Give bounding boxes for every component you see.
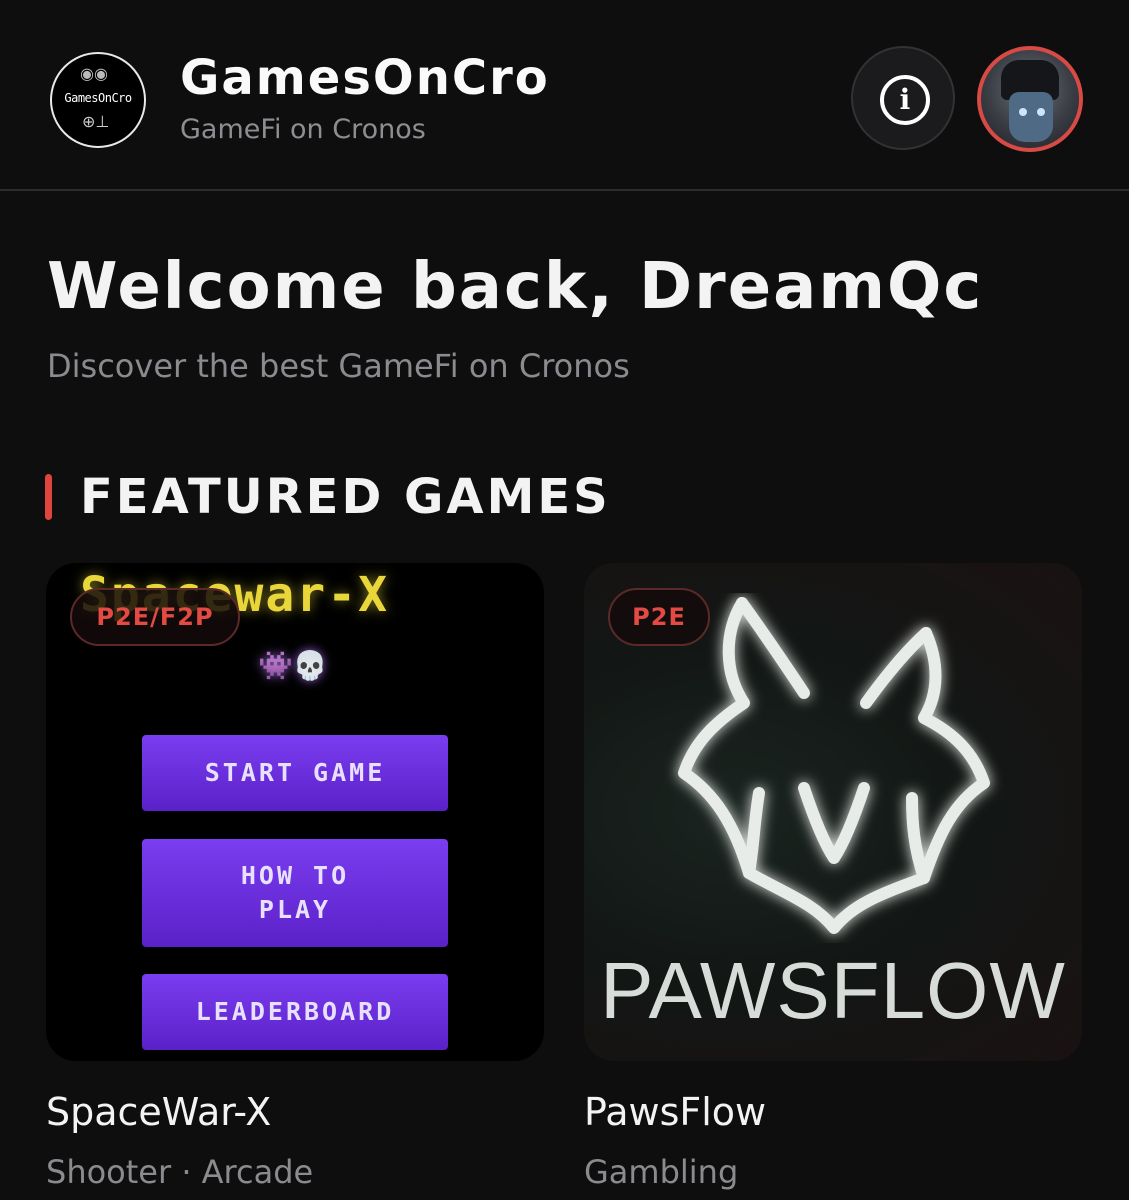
app-logo[interactable]: ◉◉ GamesOnCro ⊕⊥ <box>50 52 146 148</box>
info-icon: i <box>880 75 930 125</box>
game-badge: P2E <box>608 588 710 646</box>
gamepad-icon: ⊕⊥ <box>82 112 110 131</box>
game-name[interactable]: PawsFlow <box>584 1088 766 1136</box>
info-button[interactable]: i <box>851 46 955 150</box>
robot-glyph-icon: ◉◉ <box>80 64 108 83</box>
game-card-pawsflow-image[interactable]: PAWSFLOW P2E <box>584 563 1082 1061</box>
game-name[interactable]: SpaceWar-X <box>46 1088 271 1136</box>
app-header: ◉◉ GamesOnCro ⊕⊥ GamesOnCro GameFi on Cr… <box>0 0 1129 191</box>
start-game-art-button: START GAME <box>142 735 448 811</box>
game-genre: Shooter · Arcade <box>46 1153 314 1191</box>
app-title: GamesOnCro <box>180 50 550 106</box>
how-to-play-art-button: HOW TO PLAY <box>142 839 448 947</box>
game-badge: P2E/F2P <box>70 588 240 646</box>
logo-text: GamesOnCro <box>64 91 132 105</box>
section-title: FEATURED GAMES <box>80 469 611 525</box>
game-card-spacewar-image[interactable]: Spacewar-X 👾💀 START GAME HOW TO PLAY LEA… <box>46 563 544 1061</box>
leaderboard-art-button: LEADERBOARD <box>142 974 448 1050</box>
avatar-eye-left <box>1019 108 1027 116</box>
welcome-tagline: Discover the best GameFi on Cronos <box>47 347 630 385</box>
avatar-eye-right <box>1037 108 1045 116</box>
welcome-heading: Welcome back, DreamQc <box>47 250 984 324</box>
alien-skull-icon: 👾💀 <box>258 649 328 682</box>
game-genre: Gambling <box>584 1153 739 1191</box>
section-accent-bar <box>45 474 52 520</box>
avatar-face <box>1009 92 1053 142</box>
how-to-play-label: HOW TO PLAY <box>240 861 350 924</box>
wolf-head-icon <box>678 597 990 934</box>
app-subtitle: GameFi on Cronos <box>180 114 426 145</box>
pawsflow-wordmark: PAWSFLOW <box>600 946 1066 1035</box>
user-avatar[interactable] <box>977 46 1083 152</box>
